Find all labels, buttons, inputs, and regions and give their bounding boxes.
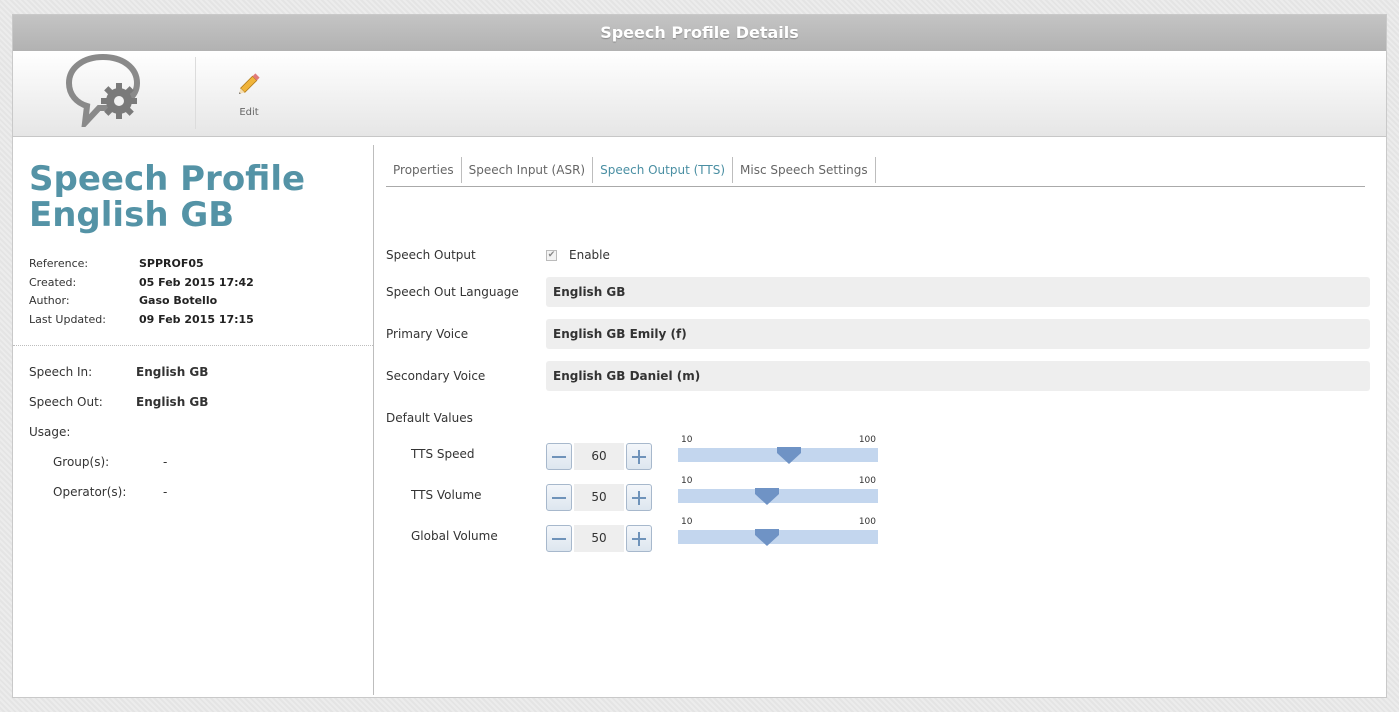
window-title: Speech Profile Details xyxy=(13,15,1386,51)
summary-key: Operator(s): xyxy=(53,485,127,499)
toolbar-separator xyxy=(195,57,196,129)
summary-value: - xyxy=(163,455,168,469)
panel-divider xyxy=(13,345,373,346)
toolbar: Edit xyxy=(13,51,1386,137)
meta-row-last-updated: Last Updated: 09 Feb 2015 17:15 xyxy=(29,313,254,332)
summary-usage: Usage: xyxy=(29,425,208,455)
summary-value: English GB xyxy=(136,365,209,379)
tts-volume-decrement-button[interactable] xyxy=(546,484,572,511)
global-volume-increment-button[interactable] xyxy=(626,525,652,552)
meta-value: Gaso Botello xyxy=(139,294,218,307)
global-volume-row: Global Volume 50 10 100 xyxy=(386,517,1376,555)
slider-thumb[interactable] xyxy=(777,447,802,465)
summary-groups: Group(s): - xyxy=(29,455,208,485)
speech-output-label: Speech Output xyxy=(386,248,476,262)
meta-key: Reference: xyxy=(29,257,89,270)
language-field: English GB xyxy=(546,277,1370,307)
slider-min: 10 xyxy=(681,517,693,527)
profile-summary: Speech In: English GB Speech Out: Englis… xyxy=(29,365,208,515)
meta-key: Author: xyxy=(29,294,70,307)
edit-label: Edit xyxy=(239,107,259,118)
tts-volume-value[interactable]: 50 xyxy=(574,484,624,511)
global-volume-label: Global Volume xyxy=(411,529,498,543)
plus-icon-vertical xyxy=(638,450,640,464)
tts-volume-row: TTS Volume 50 10 100 xyxy=(386,476,1376,514)
global-volume-stepper: 50 xyxy=(546,525,652,552)
summary-key: Group(s): xyxy=(53,455,110,469)
secondary-voice-field: English GB Daniel (m) xyxy=(546,361,1370,391)
tts-speed-row: TTS Speed 60 10 100 xyxy=(386,435,1376,473)
global-volume-value[interactable]: 50 xyxy=(574,525,624,552)
tts-speed-decrement-button[interactable] xyxy=(546,443,572,470)
tts-volume-stepper: 50 xyxy=(546,484,652,511)
tts-volume-increment-button[interactable] xyxy=(626,484,652,511)
tab-speech-input[interactable]: Speech Input (ASR) xyxy=(462,157,594,183)
enable-control: ✔ Enable xyxy=(546,248,610,262)
summary-key: Usage: xyxy=(29,425,71,439)
slider-thumb[interactable] xyxy=(754,488,779,506)
tab-speech-output[interactable]: Speech Output (TTS) xyxy=(593,157,734,183)
tts-volume-label: TTS Volume xyxy=(411,488,482,502)
enable-checkbox[interactable]: ✔ xyxy=(546,249,557,261)
global-volume-decrement-button[interactable] xyxy=(546,525,572,552)
default-values-label: Default Values xyxy=(386,411,473,425)
tts-speed-increment-button[interactable] xyxy=(626,443,652,470)
primary-voice-field: English GB Emily (f) xyxy=(546,319,1370,349)
primary-voice-label: Primary Voice xyxy=(386,327,469,341)
global-volume-slider: 10 100 xyxy=(678,517,878,547)
pencil-icon xyxy=(239,73,260,94)
summary-speech-in: Speech In: English GB xyxy=(29,365,208,395)
slider-max: 100 xyxy=(858,435,876,445)
summary-value: - xyxy=(163,485,168,499)
minus-icon xyxy=(552,456,566,458)
speech-profile-window: Speech Profile Details Edit Speech Profi… xyxy=(12,14,1387,698)
tab-misc-speech-settings[interactable]: Misc Speech Settings xyxy=(733,157,876,183)
profile-title-line2: English GB xyxy=(29,195,235,235)
summary-speech-out: Speech Out: English GB xyxy=(29,395,208,425)
tab-bar: Properties Speech Input (ASR) Speech Out… xyxy=(386,157,1365,187)
summary-key: Speech Out: xyxy=(29,395,103,409)
meta-key: Last Updated: xyxy=(29,312,106,326)
minus-icon xyxy=(552,497,566,499)
details-panel: Properties Speech Input (ASR) Speech Out… xyxy=(386,145,1386,695)
tts-volume-slider: 10 100 xyxy=(678,476,878,506)
profile-panel: Speech Profile English GB Reference: SPP… xyxy=(13,145,374,695)
language-label: Speech Out Language xyxy=(386,285,519,299)
profile-meta: Reference: SPPROF05 Created: 05 Feb 2015… xyxy=(29,257,254,331)
profile-title: Speech Profile English GB xyxy=(29,161,369,233)
slider-min: 10 xyxy=(681,476,693,486)
enable-label: Enable xyxy=(569,248,610,262)
summary-value: English GB xyxy=(136,395,209,409)
profile-title-line1: Speech Profile xyxy=(29,159,306,199)
minus-icon xyxy=(552,538,566,540)
summary-operators: Operator(s): - xyxy=(29,485,208,515)
edit-button[interactable]: Edit xyxy=(227,69,271,125)
plus-icon-vertical xyxy=(638,532,640,546)
slider-max: 100 xyxy=(858,476,876,486)
meta-value: 09 Feb 2015 17:15 xyxy=(139,312,254,326)
slider-min: 10 xyxy=(681,435,693,445)
summary-key: Speech In: xyxy=(29,365,93,379)
slider-max: 100 xyxy=(858,517,876,527)
tts-speed-stepper: 60 xyxy=(546,443,652,470)
tts-speed-value[interactable]: 60 xyxy=(574,443,624,470)
speech-gear-icon xyxy=(65,53,141,127)
tts-speed-slider: 10 100 xyxy=(678,435,878,465)
tts-speed-label: TTS Speed xyxy=(411,447,475,461)
meta-value: 05 Feb 2015 17:42 xyxy=(139,275,254,289)
plus-icon-vertical xyxy=(638,491,640,505)
slider-thumb[interactable] xyxy=(754,529,779,547)
tab-properties[interactable]: Properties xyxy=(386,157,462,183)
meta-row-author: Author: Gaso Botello xyxy=(29,294,254,313)
meta-row-reference: Reference: SPPROF05 xyxy=(29,257,254,276)
secondary-voice-label: Secondary Voice xyxy=(386,369,486,383)
meta-row-created: Created: 05 Feb 2015 17:42 xyxy=(29,276,254,295)
meta-key: Created: xyxy=(29,275,77,289)
meta-value: SPPROF05 xyxy=(139,257,204,270)
